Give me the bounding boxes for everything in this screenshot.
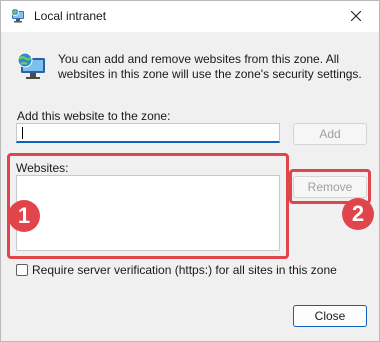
close-icon xyxy=(350,10,362,24)
require-https-row[interactable]: Require server verification (https:) for… xyxy=(16,263,337,277)
add-website-label: Add this website to the zone: xyxy=(17,109,171,123)
annotation-badge-2: 2 xyxy=(342,198,374,230)
website-url-input[interactable] xyxy=(16,123,280,143)
require-https-label: Require server verification (https:) for… xyxy=(32,263,337,277)
title-bar: Local intranet xyxy=(1,1,379,32)
annotation-badge-1: 1 xyxy=(8,200,40,232)
close-window-button[interactable] xyxy=(333,1,379,32)
close-button[interactable]: Close xyxy=(293,305,367,327)
text-caret xyxy=(22,127,23,139)
globe-monitor-icon xyxy=(15,50,47,82)
window-title: Local intranet xyxy=(34,9,107,23)
zone-description: You can add and remove websites from thi… xyxy=(58,52,362,81)
add-button[interactable]: Add xyxy=(293,123,367,145)
websites-highlight-box xyxy=(7,153,289,259)
require-https-checkbox[interactable] xyxy=(16,264,28,276)
local-intranet-dialog: Local intranet You can add and remove we… xyxy=(0,0,380,342)
globe-monitor-icon xyxy=(10,8,26,24)
dialog-body: You can add and remove websites from thi… xyxy=(1,32,379,341)
